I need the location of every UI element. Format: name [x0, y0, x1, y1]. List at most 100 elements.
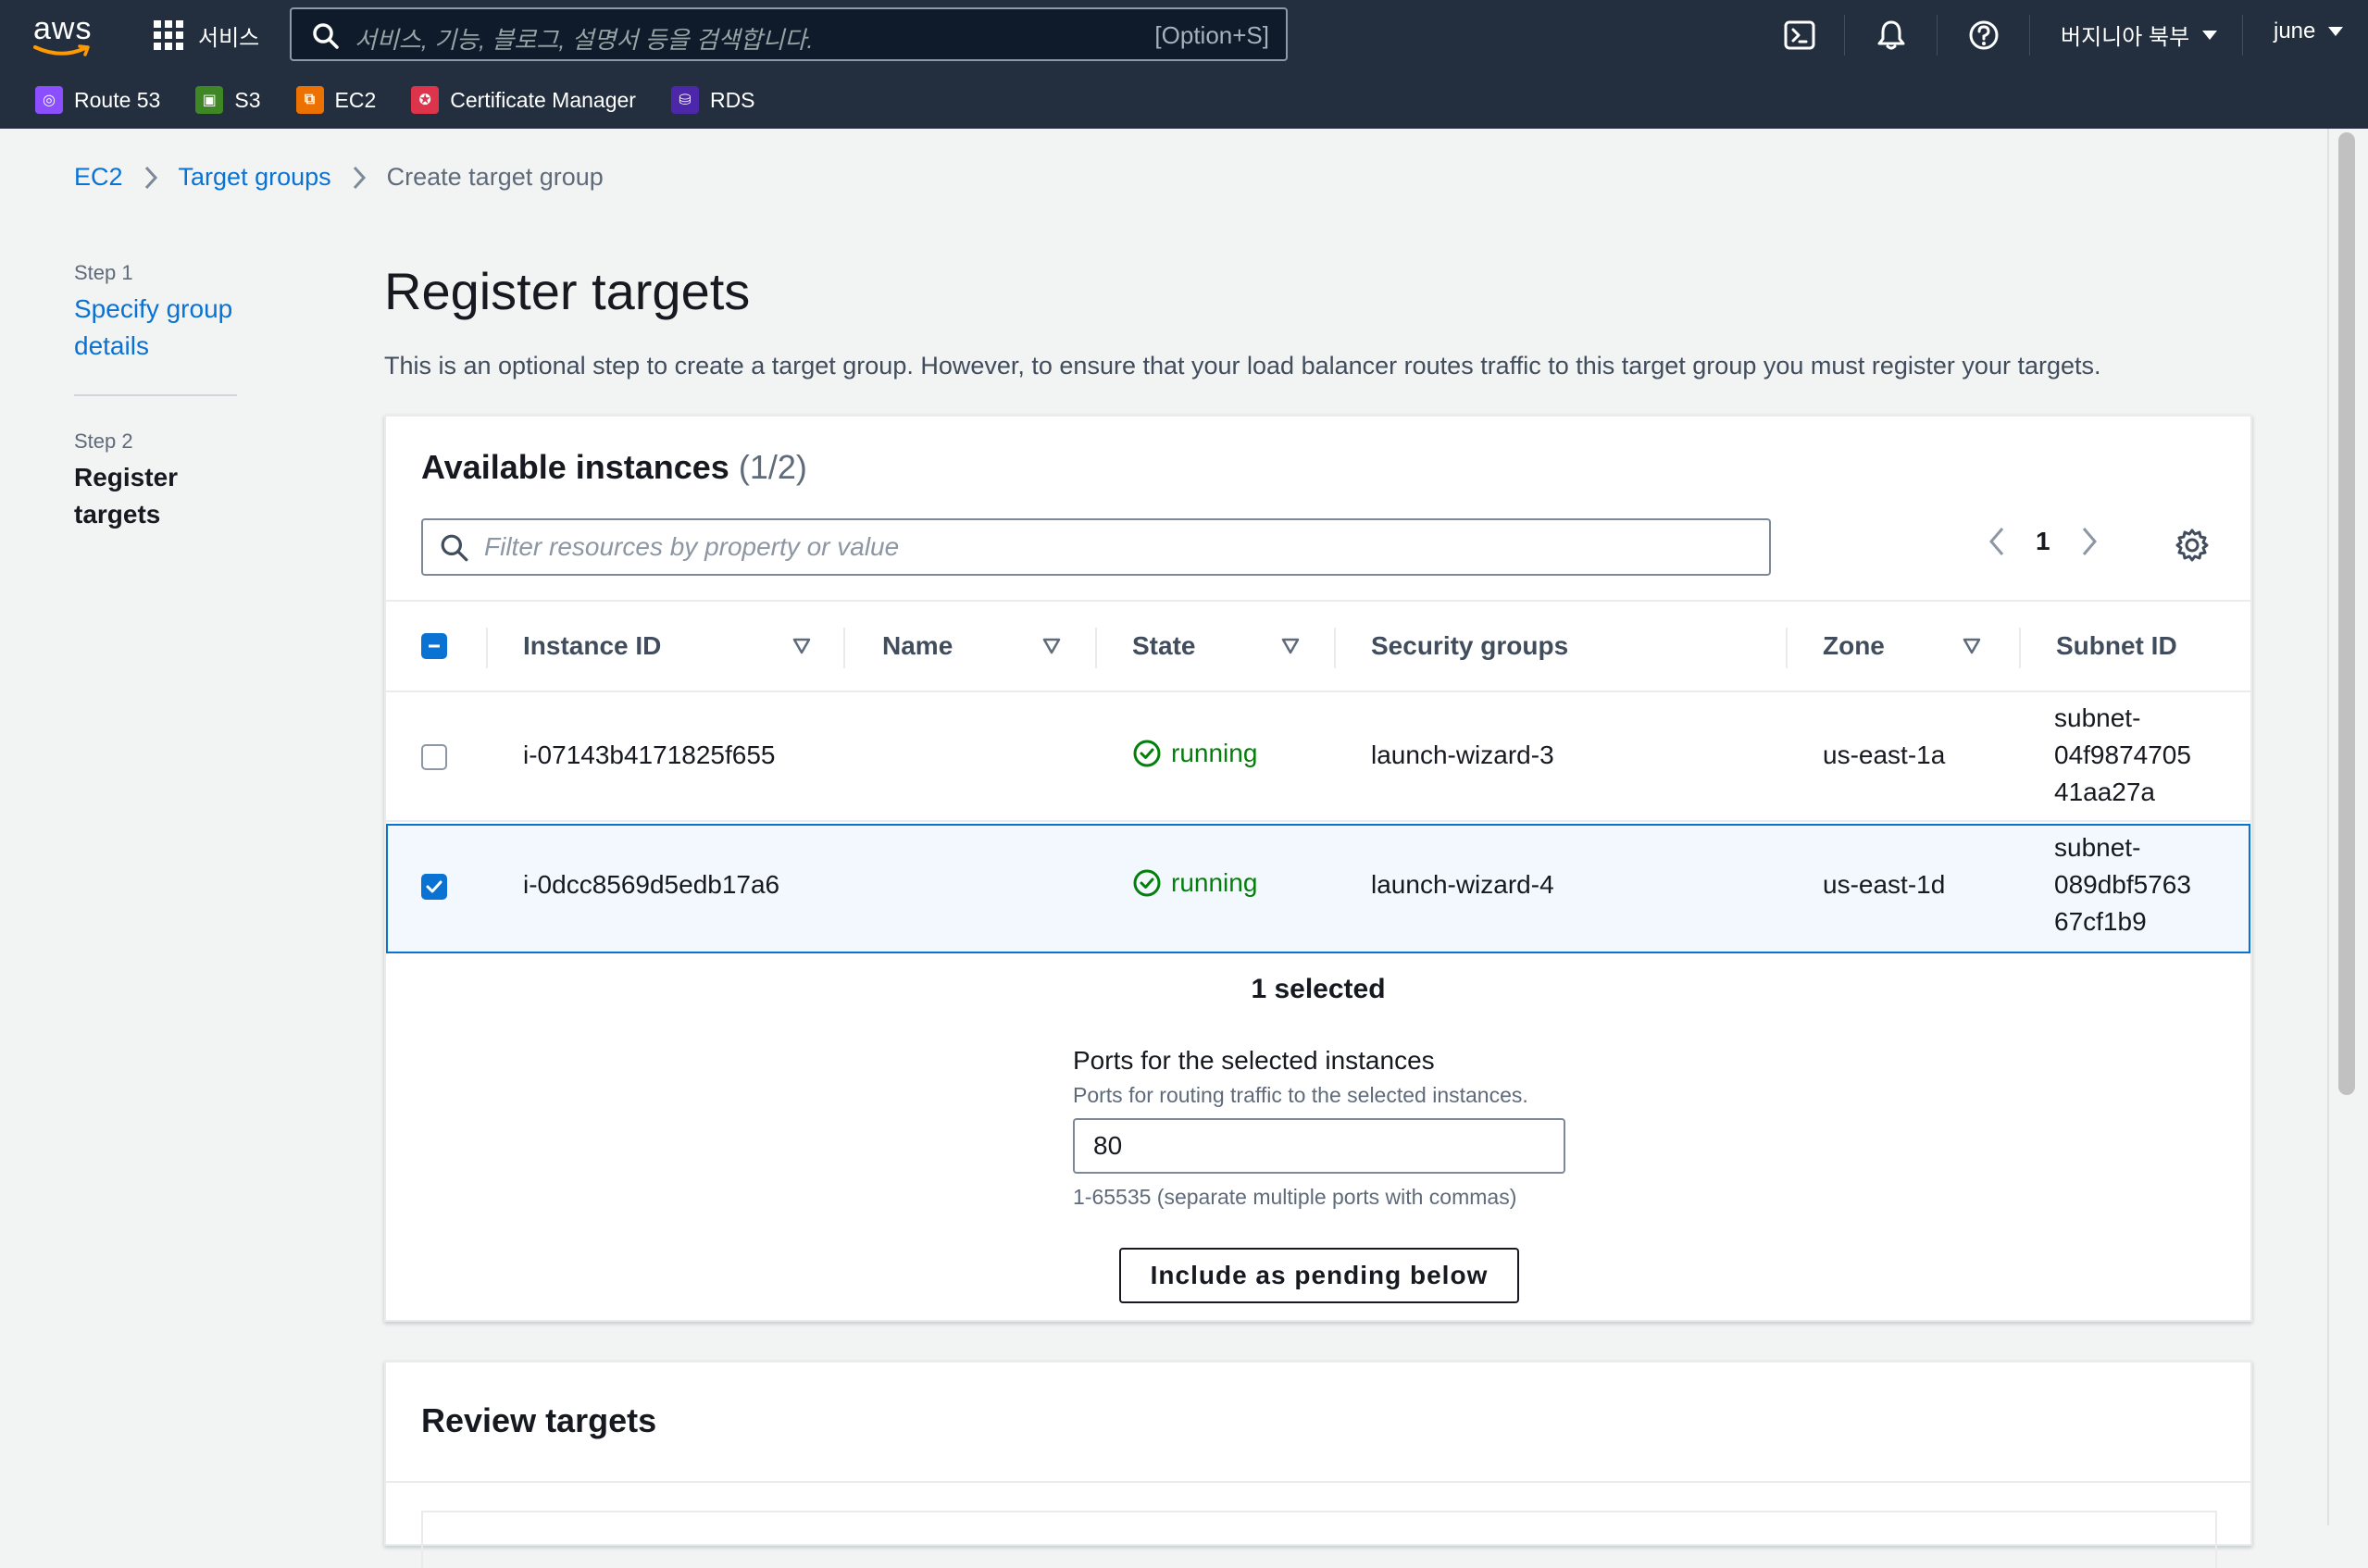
subnet-id: subnet- 04f9874705 41aa27a — [2054, 700, 2191, 811]
s3-icon: ▣ — [195, 86, 224, 114]
review-targets-table — [421, 1511, 2217, 1568]
subnet-id: subnet- 089dbf5763 67cf1b9 — [2054, 829, 2191, 940]
table-row[interactable]: i-07143b4171825f655 running launch-wizar… — [386, 692, 2250, 822]
region-label: 버지니아 북부 — [2061, 25, 2190, 50]
caret-down-icon — [2202, 30, 2218, 40]
favorite-s3[interactable]: ▣ S3 — [195, 86, 261, 114]
security-group: launch-wizard-3 — [1371, 740, 1554, 769]
check-circle-icon — [1133, 740, 1161, 767]
instance-id[interactable]: i-07143b4171825f655 — [523, 740, 775, 770]
row-checkbox[interactable] — [421, 744, 447, 770]
indeterminate-checkbox — [421, 633, 447, 659]
favorite-ec2[interactable]: ⧉ EC2 — [295, 86, 377, 114]
breadcrumb: EC2 Target groups Create target group — [74, 163, 604, 192]
bell-icon[interactable] — [1875, 19, 1908, 52]
favorite-label: Certificate Manager — [450, 87, 636, 112]
select-all-checkbox[interactable] — [421, 602, 447, 691]
region-selector[interactable]: 버지니아 북부 — [2061, 19, 2218, 51]
table-row-selected[interactable]: i-0dcc8569d5edb17a6 running launch-wizar… — [386, 824, 2250, 953]
selected-count: 1 selected — [1251, 974, 1386, 1004]
search-shortcut: [Option+S] — [1154, 21, 1269, 49]
chevron-left-icon[interactable] — [1988, 526, 2006, 557]
subnet-line: 089dbf5763 — [2054, 870, 2191, 899]
security-group: launch-wizard-4 — [1371, 870, 1554, 899]
column-state[interactable]: State — [1132, 602, 1195, 691]
aws-smile-icon — [33, 44, 90, 56]
gear-icon[interactable] — [2175, 528, 2210, 563]
ports-input[interactable] — [1073, 1118, 1565, 1174]
page-scrollbar[interactable] — [2327, 129, 2368, 1525]
chevron-right-icon — [144, 166, 157, 189]
subnet-line: 41aa27a — [2054, 778, 2156, 806]
cloudshell-icon[interactable] — [1783, 19, 1816, 52]
column-divider — [2019, 628, 2021, 668]
include-as-pending-button[interactable]: Include as pending below — [1119, 1248, 1519, 1303]
sort-icon[interactable] — [1280, 637, 1301, 655]
column-zone[interactable]: Zone — [1823, 602, 1885, 691]
account-menu[interactable]: june — [2274, 19, 2344, 44]
services-menu-button[interactable]: 서비스 — [154, 17, 259, 54]
search-icon — [441, 534, 468, 562]
row-checkbox[interactable] — [421, 874, 447, 900]
page-title: Register targets — [384, 262, 751, 320]
filter-placeholder: Filter resources by property or value — [484, 532, 900, 561]
zone: us-east-1a — [1823, 740, 1946, 769]
ports-description: Ports for routing traffic to the selecte… — [1073, 1083, 1528, 1107]
page-number[interactable]: 1 — [2036, 527, 2050, 556]
scrollbar-thumb[interactable] — [2338, 132, 2355, 1095]
breadcrumb-target-groups[interactable]: Target groups — [179, 163, 331, 192]
table-header: Instance ID Name State Security groups Z… — [386, 600, 2250, 692]
subnet-line: subnet- — [2054, 833, 2141, 862]
column-divider — [1786, 628, 1788, 668]
filter-input[interactable]: Filter resources by property or value — [421, 518, 1771, 576]
aws-logo-text: aws — [33, 11, 93, 46]
services-label: 서비스 — [198, 25, 260, 51]
check-circle-icon — [1133, 869, 1161, 897]
column-subnet-id[interactable]: Subnet ID — [2056, 602, 2177, 691]
subnet-line: 04f9874705 — [2054, 740, 2191, 769]
step-1-label: Step 1 — [74, 261, 133, 284]
top-navigation: aws 서비스 서비스, 기능, 블로그, 설명서 등을 검색합니다. [Opt… — [0, 0, 2368, 129]
state-label: running — [1171, 739, 1258, 767]
ec2-icon: ⧉ — [295, 86, 324, 114]
favorite-label: EC2 — [334, 87, 377, 112]
column-instance-id[interactable]: Instance ID — [523, 602, 661, 691]
favorite-label: RDS — [709, 87, 755, 112]
state-label: running — [1171, 868, 1258, 897]
chevron-right-icon[interactable] — [2080, 526, 2099, 557]
sort-icon[interactable] — [1041, 637, 1062, 655]
instance-id[interactable]: i-0dcc8569d5edb17a6 — [523, 870, 779, 900]
sort-icon[interactable] — [791, 637, 812, 655]
review-targets-panel: Review targets — [384, 1361, 2252, 1568]
column-name[interactable]: Name — [882, 602, 953, 691]
favorite-certificate-manager[interactable]: ✪ Certificate Manager — [411, 86, 636, 114]
nav-divider — [2242, 15, 2243, 56]
help-icon[interactable] — [1967, 19, 2000, 52]
favorite-rds[interactable]: ⛁ RDS — [670, 86, 755, 114]
column-divider — [1095, 628, 1097, 668]
grid-icon — [154, 20, 183, 50]
sort-icon[interactable] — [1962, 637, 1982, 655]
available-instances-header: Available instances (1/2) — [421, 448, 807, 487]
ports-label: Ports for the selected instances — [1073, 1046, 1435, 1075]
favorite-route53[interactable]: ◎ Route 53 — [35, 86, 160, 114]
page-description: This is an optional step to create a tar… — [384, 352, 2101, 380]
column-divider — [1334, 628, 1336, 668]
step-1-link[interactable]: Specify group details — [74, 291, 259, 365]
pagination: 1 — [1988, 526, 2099, 557]
column-divider — [843, 628, 845, 668]
subnet-line: subnet- — [2054, 703, 2141, 732]
instance-state: running — [1132, 868, 1257, 898]
step-divider — [74, 394, 237, 396]
checkmark-icon — [426, 880, 442, 893]
checked-checkbox — [421, 874, 447, 900]
breadcrumb-ec2[interactable]: EC2 — [74, 163, 123, 192]
global-search-input[interactable]: 서비스, 기능, 블로그, 설명서 등을 검색합니다. [Option+S] — [290, 7, 1288, 61]
divider — [386, 1481, 2250, 1483]
column-security-groups[interactable]: Security groups — [1371, 602, 1568, 691]
column-divider — [486, 628, 488, 668]
aws-logo[interactable]: aws — [33, 13, 94, 57]
instance-state: running — [1132, 739, 1257, 768]
search-placeholder: 서비스, 기능, 블로그, 설명서 등을 검색합니다. — [355, 26, 814, 54]
chevron-right-icon — [353, 166, 366, 189]
